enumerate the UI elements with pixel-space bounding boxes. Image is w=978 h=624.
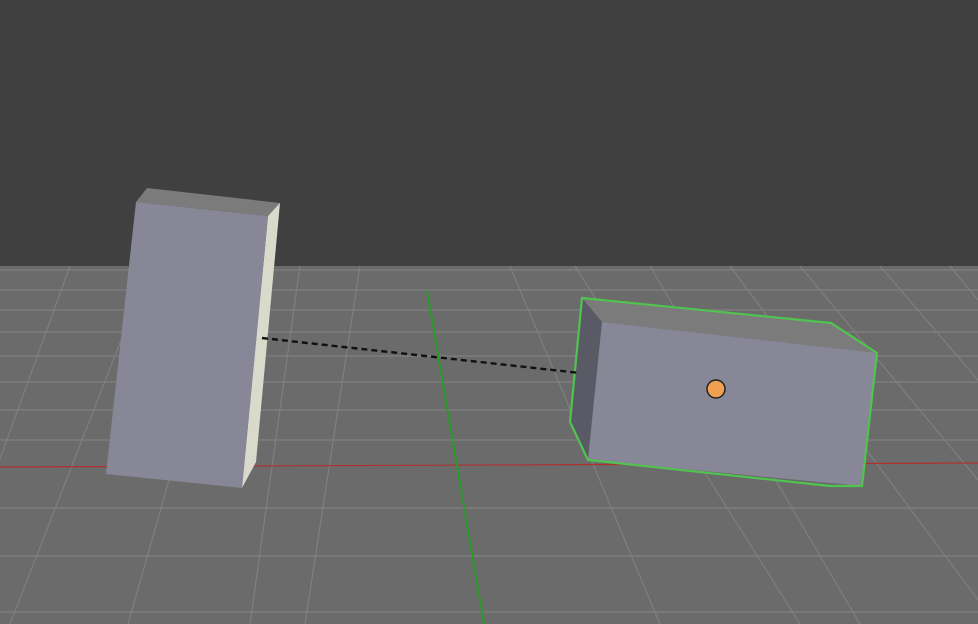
object-origin-marker[interactable] <box>706 379 726 399</box>
3d-viewport[interactable] <box>0 0 978 624</box>
viewport-canvas[interactable] <box>0 0 978 624</box>
